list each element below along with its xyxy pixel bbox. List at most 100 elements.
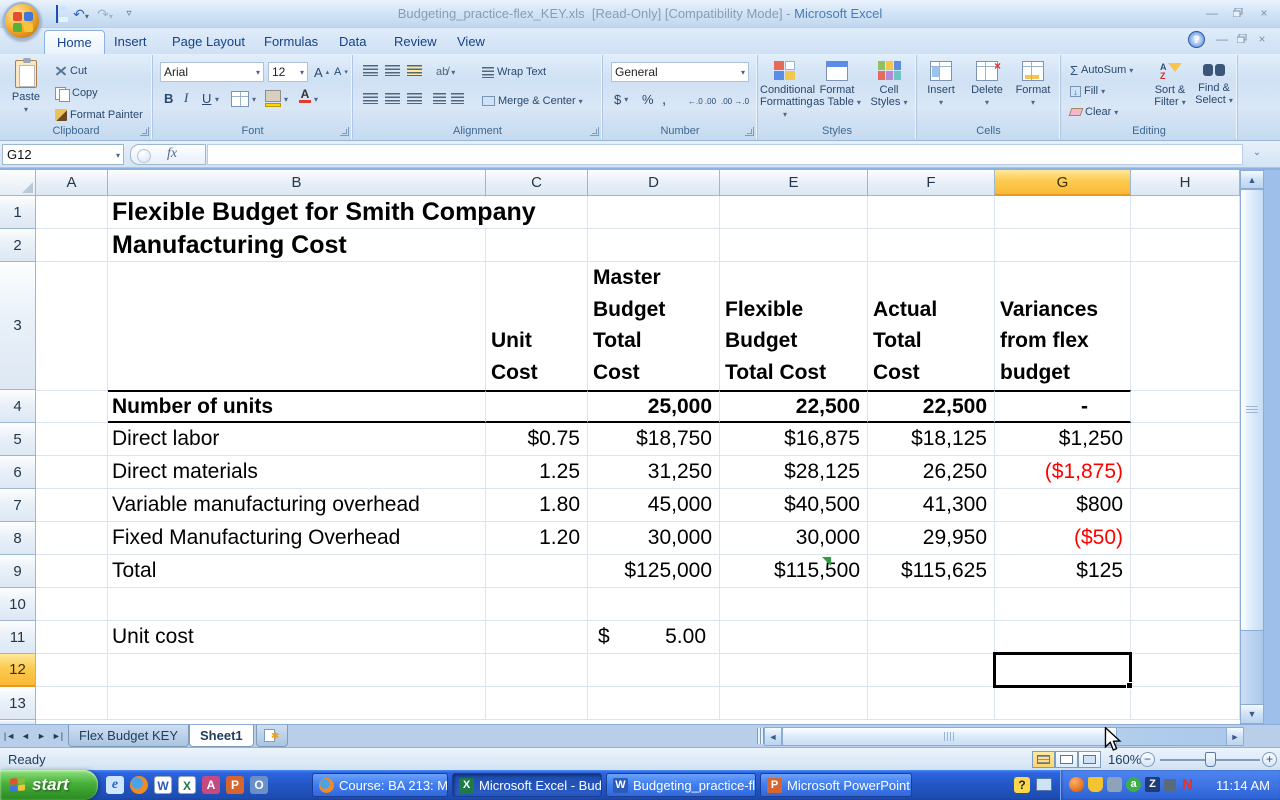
name-box-dropdown-icon[interactable]: ▾ (116, 151, 120, 160)
cell-g7[interactable]: $800 (995, 489, 1131, 522)
percent-style-button[interactable]: % (639, 89, 657, 109)
cell-a12[interactable] (36, 654, 108, 687)
cell-g13[interactable] (995, 687, 1131, 720)
cell-c8[interactable]: 1.20 (486, 522, 588, 555)
cell-a9[interactable] (36, 555, 108, 588)
cell-a4[interactable] (36, 390, 108, 423)
autosum-button[interactable]: ΣAutoSum▾ (1067, 60, 1136, 80)
cell-a7[interactable] (36, 489, 108, 522)
previous-sheet-icon[interactable]: ◄ (18, 728, 33, 744)
cell-h4[interactable] (1131, 390, 1240, 423)
clipboard-dialog-launcher-icon[interactable] (140, 127, 149, 136)
font-size-combo[interactable]: 12▾ (268, 62, 308, 82)
cell-a8[interactable] (36, 522, 108, 555)
cell-b8[interactable]: Fixed Manufacturing Overhead (108, 522, 486, 555)
app-minimize-button[interactable]: — (1202, 6, 1222, 22)
start-button[interactable]: start (0, 770, 98, 800)
tab-review[interactable]: Review (382, 30, 449, 54)
tray-icon-z[interactable]: Z (1145, 777, 1160, 792)
cell-f1[interactable] (868, 196, 995, 229)
row-header-1[interactable]: 1 (0, 196, 36, 229)
quicklaunch-word-icon[interactable]: W (154, 776, 172, 794)
tab-formulas[interactable]: Formulas (252, 30, 330, 54)
scroll-left-icon[interactable]: ◄ (764, 727, 782, 746)
help-icon[interactable]: ? (1188, 31, 1205, 48)
tray-icon-red-n[interactable]: N (1180, 777, 1195, 792)
cell-d11[interactable]: $5.00 (588, 621, 720, 654)
cell-d3[interactable]: Master Budget Total Cost (588, 262, 720, 391)
cell-b2[interactable]: Manufacturing Cost (108, 229, 486, 262)
increase-indent-icon[interactable] (451, 93, 464, 104)
row-header-11[interactable]: 11 (0, 621, 36, 654)
vertical-scroll-thumb[interactable] (1240, 189, 1264, 631)
cell-f3[interactable]: Actual Total Cost (868, 262, 995, 391)
scroll-right-icon[interactable]: ► (1226, 727, 1244, 746)
row-header-9[interactable]: 9 (0, 555, 36, 588)
fill-color-dropdown-icon[interactable]: ▾ (284, 95, 288, 104)
cell-g5[interactable]: $1,250 (995, 423, 1131, 456)
app-close-button[interactable]: × (1254, 6, 1274, 22)
cell-a11[interactable] (36, 621, 108, 654)
cell-d10[interactable] (588, 588, 720, 621)
comma-style-button[interactable]: , (659, 89, 669, 109)
merge-center-button[interactable]: Merge & Center▾ (479, 91, 586, 111)
cut-button[interactable]: Cut (52, 61, 90, 81)
orientation-icon[interactable]: ab̸▾ (433, 62, 458, 82)
cell-f5[interactable]: $18,125 (868, 423, 995, 456)
row-header-3[interactable]: 3 (0, 262, 36, 390)
increase-decimal-icon[interactable]: ←.0 .00 (685, 91, 719, 111)
cell-g10[interactable] (995, 588, 1131, 621)
cell-h1[interactable] (1131, 196, 1240, 229)
cell-f13[interactable] (868, 687, 995, 720)
format-painter-button[interactable]: Format Painter (52, 105, 146, 125)
format-cells-button[interactable]: Format▾ (1011, 61, 1055, 109)
cell-g6-negative[interactable]: ($1,875) (995, 456, 1131, 489)
app-restore-button[interactable] (1228, 6, 1248, 22)
cell-a3[interactable] (36, 262, 108, 391)
taskbar-button-firefox-course[interactable]: Course: BA 213: Man... (312, 773, 448, 797)
hidden-icons-help-icon[interactable]: ? (1014, 777, 1030, 793)
cell-e12[interactable] (720, 654, 868, 687)
cell-b1[interactable]: Flexible Budget for Smith Company (108, 196, 486, 229)
cell-e5[interactable]: $16,875 (720, 423, 868, 456)
scroll-down-icon[interactable]: ▼ (1240, 704, 1264, 724)
column-header-g-selected[interactable]: G (995, 170, 1131, 196)
cell-e8[interactable]: 30,000 (720, 522, 868, 555)
cell-f11[interactable] (868, 621, 995, 654)
row-header-5[interactable]: 5 (0, 423, 36, 456)
column-header-d[interactable]: D (588, 170, 720, 196)
cell-h6[interactable] (1131, 456, 1240, 489)
cell-h3[interactable] (1131, 262, 1240, 391)
cell-e11[interactable] (720, 621, 868, 654)
cell-g8-negative[interactable]: ($50) (995, 522, 1131, 555)
first-sheet-icon[interactable]: |◄ (2, 728, 17, 744)
cell-d8[interactable]: 30,000 (588, 522, 720, 555)
cell-c12[interactable] (486, 654, 588, 687)
formula-input[interactable] (207, 144, 1243, 165)
tray-icon-orange-ball[interactable] (1069, 777, 1084, 792)
decrease-indent-icon[interactable] (433, 93, 446, 104)
cell-g3[interactable]: Variances from flex budget (995, 262, 1131, 391)
sort-filter-button[interactable]: A Z Sort &Filter ▾ (1149, 61, 1191, 109)
cell-h13[interactable] (1131, 687, 1240, 720)
number-format-combo[interactable]: General▾ (611, 62, 749, 82)
alignment-dialog-launcher-icon[interactable] (590, 127, 599, 136)
cell-c6[interactable]: 1.25 (486, 456, 588, 489)
font-name-combo[interactable]: Arial▾ (160, 62, 264, 82)
taskbar-button-powerpoint[interactable]: P Microsoft PowerPoint ... (760, 773, 912, 797)
decrease-decimal-icon[interactable]: .00 →.0 (718, 91, 752, 111)
cell-f9[interactable]: $115,625 (868, 555, 995, 588)
tray-icon-green-a[interactable]: a (1126, 777, 1141, 792)
cell-h2[interactable] (1131, 229, 1240, 262)
cell-c3[interactable]: Unit Cost (486, 262, 588, 391)
zoom-out-icon[interactable]: − (1140, 752, 1155, 767)
quicklaunch-outlook-icon[interactable]: O (250, 776, 268, 794)
align-center-icon[interactable] (385, 93, 400, 104)
redo-icon[interactable]: ↷▾ (96, 5, 114, 23)
cell-h11[interactable] (1131, 621, 1240, 654)
row-header-2[interactable]: 2 (0, 229, 36, 262)
align-bottom-icon[interactable] (407, 65, 422, 76)
cell-h5[interactable] (1131, 423, 1240, 456)
cell-c5[interactable]: $0.75 (486, 423, 588, 456)
bold-button[interactable]: B (161, 88, 176, 108)
